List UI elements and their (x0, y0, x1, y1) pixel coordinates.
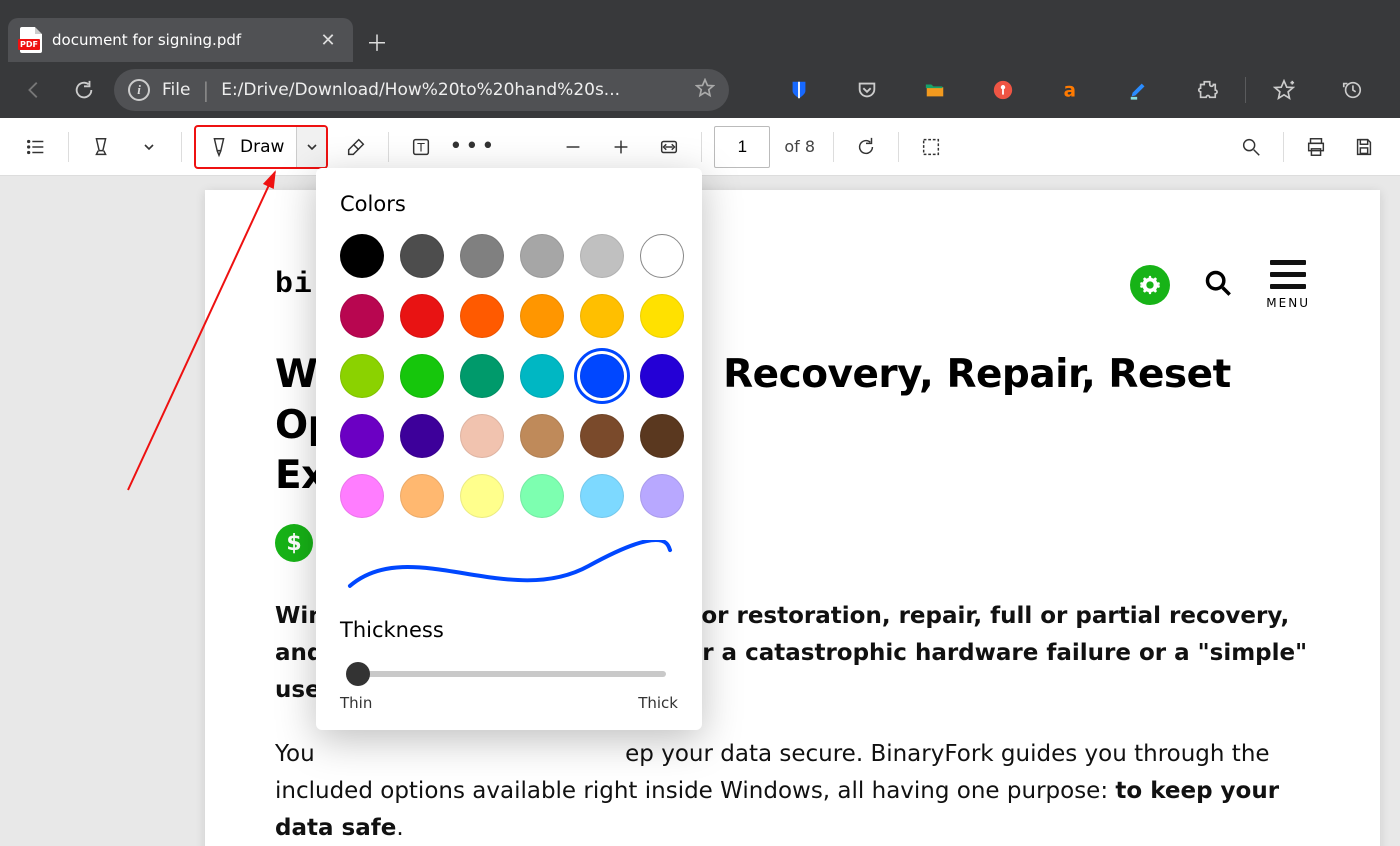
thin-label: Thin (340, 694, 372, 712)
address-separator: | (202, 78, 209, 102)
save-button[interactable] (1344, 127, 1384, 167)
zoom-in-button[interactable] (601, 127, 641, 167)
pdf-toolbar: Draw T ••• of 8 (0, 118, 1400, 176)
highlight-dropdown[interactable] (129, 127, 169, 167)
color-swatch[interactable] (640, 354, 684, 398)
stroke-preview (340, 540, 678, 596)
tab-title: document for signing.pdf (52, 31, 307, 49)
draw-options-popover: Colors Thickness Thin Thick (316, 168, 702, 730)
color-swatch[interactable] (580, 234, 624, 278)
nav-back-button[interactable] (14, 70, 54, 110)
color-swatch[interactable] (520, 474, 564, 518)
erase-button[interactable] (336, 127, 376, 167)
color-swatch[interactable] (580, 414, 624, 458)
color-swatch[interactable] (340, 474, 384, 518)
color-swatch[interactable] (460, 354, 504, 398)
thick-label: Thick (638, 694, 678, 712)
color-swatch[interactable] (520, 234, 564, 278)
page-count-label: of 8 (784, 137, 815, 156)
site-logo: bi (275, 268, 313, 302)
color-swatch[interactable] (400, 234, 444, 278)
tab-close-button[interactable]: ✕ (317, 30, 339, 51)
history-button[interactable] (1318, 70, 1386, 110)
extension-icons: a (765, 70, 1386, 110)
color-swatch[interactable] (340, 414, 384, 458)
color-swatch[interactable] (400, 354, 444, 398)
color-swatch[interactable] (520, 414, 564, 458)
colors-heading: Colors (340, 192, 678, 216)
dollar-badge: $ (275, 524, 313, 562)
text-tool-button[interactable]: T (401, 127, 441, 167)
address-path: E:/Drive/Download/How%20to%20hand%20s... (221, 80, 683, 100)
menu-label: MENU (1266, 296, 1310, 310)
hamburger-icon (1270, 260, 1306, 289)
page-number-input[interactable] (714, 126, 770, 168)
draw-pen-icon (208, 136, 230, 158)
svg-text:T: T (417, 140, 426, 154)
color-swatch[interactable] (460, 294, 504, 338)
ext-a-icon[interactable]: a (1037, 70, 1105, 110)
highlight-button[interactable] (81, 127, 121, 167)
color-swatch[interactable] (640, 474, 684, 518)
tab-active[interactable]: document for signing.pdf ✕ (8, 18, 353, 62)
settings-badge[interactable] (1130, 265, 1170, 305)
draw-label: Draw (240, 137, 284, 157)
color-swatch[interactable] (340, 294, 384, 338)
color-swatch[interactable] (460, 234, 504, 278)
page-view-button[interactable] (911, 127, 951, 167)
color-swatch[interactable] (460, 414, 504, 458)
color-swatch[interactable] (340, 234, 384, 278)
site-info-icon[interactable]: i (128, 79, 150, 101)
print-button[interactable] (1296, 127, 1336, 167)
rotate-button[interactable] (846, 127, 886, 167)
site-search-icon[interactable] (1204, 269, 1232, 301)
draw-tool-button[interactable]: Draw (194, 125, 328, 169)
tab-strip: document for signing.pdf ✕ ＋ (0, 0, 1400, 62)
pdf-file-icon (20, 27, 42, 53)
color-swatch[interactable] (580, 354, 624, 398)
color-swatch[interactable] (520, 354, 564, 398)
color-swatch[interactable] (520, 294, 564, 338)
color-swatch[interactable] (580, 294, 624, 338)
draw-dropdown[interactable] (296, 127, 326, 167)
address-bar[interactable]: i File | E:/Drive/Download/How%20to%20ha… (114, 69, 729, 111)
favorites-button[interactable] (1250, 70, 1318, 110)
ext-key-icon[interactable] (969, 70, 1037, 110)
site-menu-button[interactable]: MENU (1266, 260, 1310, 310)
favorite-button[interactable] (695, 78, 715, 102)
new-tab-button[interactable]: ＋ (357, 22, 397, 62)
address-row: i File | E:/Drive/Download/How%20to%20ha… (0, 62, 1400, 118)
address-scheme: File (162, 80, 190, 100)
thickness-slider[interactable] (340, 660, 678, 688)
color-swatch[interactable] (340, 354, 384, 398)
color-swatch[interactable] (460, 474, 504, 518)
extensions-menu-icon[interactable] (1173, 70, 1241, 110)
thickness-heading: Thickness (340, 618, 678, 642)
color-swatch[interactable] (580, 474, 624, 518)
browser-chrome: document for signing.pdf ✕ ＋ i File | E:… (0, 0, 1400, 118)
color-swatch[interactable] (400, 294, 444, 338)
more-tools-button[interactable]: ••• (449, 127, 497, 167)
color-swatch[interactable] (640, 234, 684, 278)
color-swatch[interactable] (640, 294, 684, 338)
toc-button[interactable] (16, 127, 56, 167)
find-button[interactable] (1231, 127, 1271, 167)
ext-pocket-icon[interactable] (833, 70, 901, 110)
nav-refresh-button[interactable] (64, 70, 104, 110)
color-swatch[interactable] (400, 414, 444, 458)
ext-highlighter-icon[interactable] (1105, 70, 1173, 110)
zoom-out-button[interactable] (553, 127, 593, 167)
color-swatch-grid (340, 234, 678, 518)
fit-width-button[interactable] (649, 127, 689, 167)
ext-bitwarden-icon[interactable] (765, 70, 833, 110)
color-swatch[interactable] (640, 414, 684, 458)
color-swatch[interactable] (400, 474, 444, 518)
svg-text:a: a (1064, 80, 1076, 101)
ext-folder-icon[interactable] (901, 70, 969, 110)
